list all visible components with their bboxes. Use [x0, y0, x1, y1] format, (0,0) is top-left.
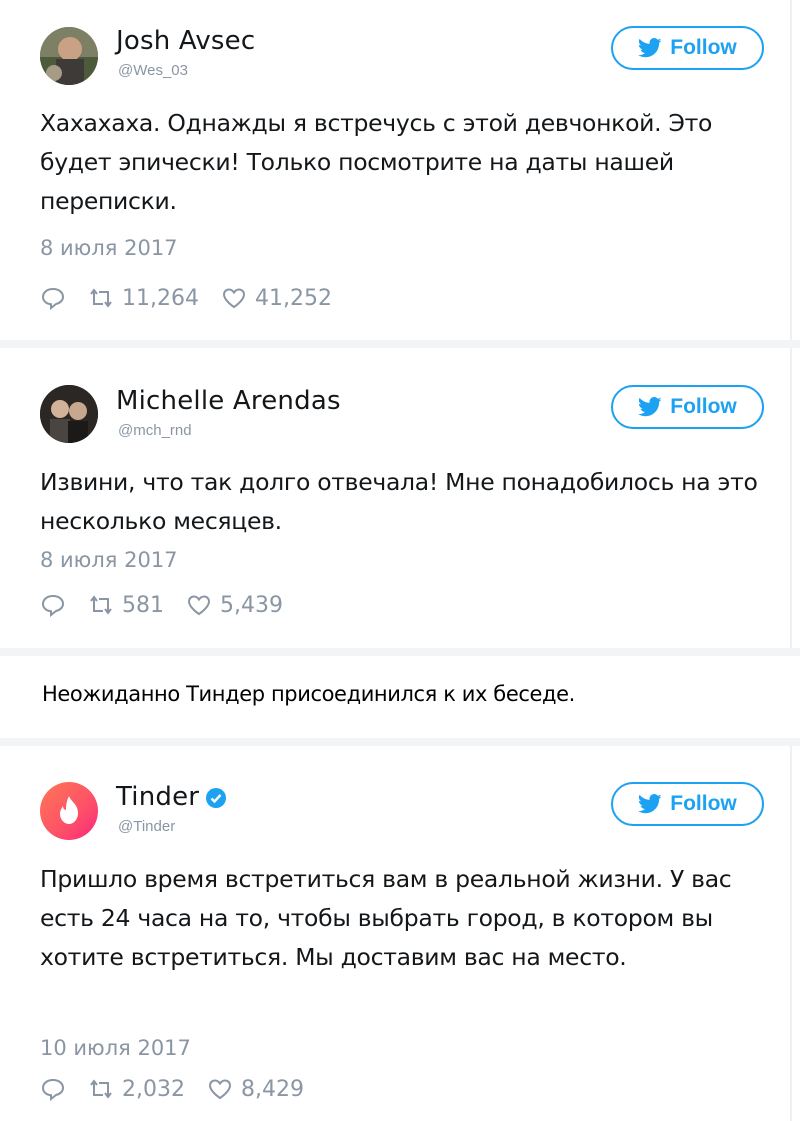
author-handle[interactable]: @Wes_03 — [118, 62, 188, 79]
retweet-button[interactable]: 11,264 — [88, 286, 199, 311]
tweet-actions: 2,032 8,429 — [40, 1074, 326, 1104]
reply-icon — [41, 1078, 65, 1101]
person-photo-avatar-icon — [40, 27, 98, 85]
tinder-flame-logo-icon — [60, 796, 78, 824]
retweet-count: 2,032 — [122, 1076, 185, 1102]
tweet-card-josh: Josh Avsec @Wes_03 Follow Хахахаха. Одна… — [0, 0, 800, 340]
follow-button[interactable]: Follow — [611, 385, 764, 429]
separator — [0, 340, 800, 348]
caption-text: Неожиданно Тиндер присоединился к их бес… — [42, 682, 575, 706]
bird-icon — [638, 397, 662, 417]
tweet-date[interactable]: 10 июля 2017 — [40, 1036, 191, 1060]
tweet-card-michelle: Michelle Arendas @mch_rnd Follow Извини,… — [0, 348, 800, 648]
retweet-button[interactable]: 2,032 — [88, 1077, 185, 1102]
author-handle[interactable]: @mch_rnd — [118, 422, 192, 439]
author-name-text: Tinder — [116, 782, 200, 812]
follow-label: Follow — [670, 395, 737, 418]
retweet-count: 11,264 — [122, 285, 199, 311]
retweet-button[interactable]: 581 — [88, 593, 164, 618]
avatar[interactable] — [40, 385, 98, 443]
tweet-actions: 581 5,439 — [40, 590, 305, 620]
bird-icon — [638, 794, 662, 814]
follow-button[interactable]: Follow — [611, 782, 764, 826]
group-photo-avatar-icon — [40, 385, 98, 443]
author-handle[interactable]: @Tinder — [118, 818, 175, 835]
tweet-actions: 11,264 41,252 — [40, 283, 354, 313]
like-button[interactable]: 41,252 — [221, 286, 332, 311]
tweet-date[interactable]: 8 июля 2017 — [40, 236, 178, 260]
heart-icon — [222, 288, 245, 309]
verified-badge-icon — [206, 787, 227, 808]
like-count: 5,439 — [220, 592, 283, 618]
retweet-icon — [90, 1079, 112, 1099]
like-count: 8,429 — [240, 1076, 304, 1102]
like-count: 41,252 — [254, 285, 332, 311]
follow-button[interactable]: Follow — [611, 26, 764, 70]
retweet-icon — [90, 288, 112, 308]
separator — [0, 648, 800, 656]
tweet-date[interactable]: 8 июля 2017 — [40, 548, 178, 572]
reply-icon — [41, 287, 65, 310]
like-button[interactable]: 5,439 — [186, 593, 283, 618]
tweet-text: Извини, что так долго отвечала! Мне пона… — [40, 468, 758, 535]
separator — [0, 738, 800, 746]
reply-icon — [41, 594, 65, 617]
reply-button[interactable] — [40, 593, 66, 617]
reply-button[interactable] — [40, 1077, 66, 1101]
bird-icon — [638, 38, 662, 58]
retweet-count: 581 — [122, 592, 164, 618]
reply-button[interactable] — [40, 286, 66, 310]
avatar[interactable] — [40, 782, 98, 840]
heart-icon — [208, 1079, 231, 1100]
like-button[interactable]: 8,429 — [207, 1077, 304, 1102]
tweet-text: Пришло время встретиться вам в реальной … — [40, 865, 732, 971]
follow-label: Follow — [670, 36, 737, 59]
retweet-icon — [90, 595, 112, 615]
author-name[interactable]: Josh Avsec — [116, 26, 255, 56]
tweet-card-tinder: Tinder @Tinder Follow Пришло время встре… — [0, 746, 800, 1121]
avatar[interactable] — [40, 27, 98, 85]
author-name[interactable]: Michelle Arendas — [116, 386, 341, 416]
tweet-text: Хахахаха. Однажды я встречусь с этой дев… — [40, 109, 713, 215]
follow-label: Follow — [670, 792, 737, 815]
heart-icon — [187, 595, 211, 616]
author-name[interactable]: Tinder — [116, 782, 227, 812]
